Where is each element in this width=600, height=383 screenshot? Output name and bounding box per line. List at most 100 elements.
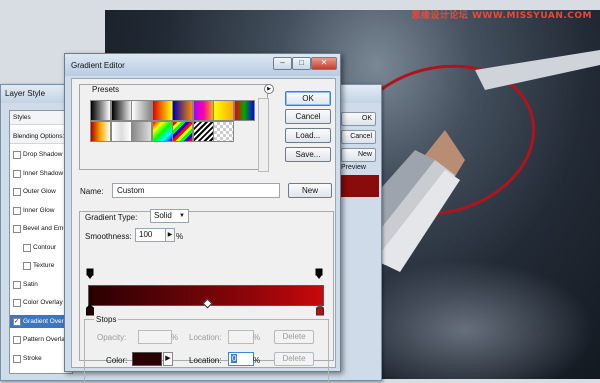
stop-color-swatch[interactable] [132,352,162,366]
opacity-input[interactable] [138,330,172,344]
opacity-stop-right[interactable] [315,268,323,279]
preset-swatch[interactable] [131,121,152,142]
style-item-label: Contour [33,243,57,251]
opacity-delete-button[interactable]: Delete [274,330,314,344]
style-checkbox[interactable] [13,336,21,344]
gradient-type-select[interactable]: Solid ▼ [150,209,189,223]
preset-swatch[interactable] [213,100,234,121]
style-checkbox[interactable] [13,188,21,196]
layer-style-ok-button[interactable]: OK [341,112,376,126]
style-item[interactable]: Contour [10,241,72,254]
preset-swatch[interactable] [172,100,193,121]
style-item[interactable]: Outer Glow [10,185,72,198]
style-checkbox[interactable] [13,169,21,178]
preset-swatch[interactable] [90,100,111,121]
style-item-label: Drop Shadow [23,151,63,158]
gradient-name-input[interactable]: Custom [112,183,280,198]
style-item[interactable]: Styles [10,111,72,125]
opacity-location-input[interactable] [228,330,254,344]
color-location-unit: % [253,356,261,365]
style-item-label: Inner Glow [23,206,55,214]
style-item-label: Stroke [23,354,42,362]
style-checkbox[interactable] [13,206,21,215]
style-item[interactable]: Blending Options: [10,129,72,144]
style-item[interactable]: Drop Shadow [10,148,72,161]
style-item[interactable]: Inner Shadow [10,167,72,180]
style-item[interactable]: Satin [10,278,72,291]
style-item[interactable]: Bevel and Emboss [10,222,72,235]
opacity-location-label: Location: [189,333,222,342]
presets-menu-icon[interactable]: ▶ [264,84,274,94]
presets-label: Presets [90,85,122,94]
color-stop-right[interactable] [316,304,324,316]
style-checkbox[interactable] [13,299,21,307]
presets-panel: Presets ▶ [79,84,274,172]
style-checkbox[interactable]: ✓ [13,317,21,326]
layer-style-title: Layer Style [5,89,46,98]
cancel-button[interactable]: Cancel [285,109,331,124]
preset-swatches [90,100,255,142]
gradient-editor-dialog: Gradient Editor – □ ✕ Presets ▶ OK Cance… [64,53,341,383]
opacity-stop-left[interactable] [86,268,94,279]
preset-swatch[interactable] [172,121,193,142]
maximize-icon[interactable]: □ [292,57,311,70]
style-item[interactable]: Texture [10,259,72,272]
style-item[interactable]: Inner Glow [10,204,72,217]
new-style-button[interactable]: New Style... [341,148,376,162]
preset-swatch[interactable] [213,121,234,142]
ok-button[interactable]: OK [285,91,331,106]
preset-swatch[interactable] [233,100,255,121]
style-checkbox[interactable] [23,262,31,270]
color-location-value: 0 [231,354,238,363]
save-button[interactable]: Save... [285,147,331,162]
style-item-label: Inner Shadow [23,169,64,177]
presets-scrollbar[interactable] [258,98,269,172]
close-icon[interactable]: ✕ [311,57,337,70]
name-label: Name: [80,187,104,196]
opacity-label: Opacity: [97,333,127,342]
smoothness-stepper-icon[interactable]: ▶ [165,228,175,242]
color-stop-left[interactable] [86,304,94,316]
smoothness-unit: % [176,232,184,241]
color-menu-icon[interactable]: ▶ [163,352,173,366]
style-checkbox[interactable] [23,243,31,252]
style-item[interactable]: ✓ Gradient Overlay [10,314,72,328]
stops-label: Stops [94,315,119,324]
style-checkbox[interactable] [13,354,21,363]
style-checkbox[interactable] [13,225,21,233]
style-item-label: Blending Options: [13,132,65,140]
layer-style-cancel-button[interactable]: Cancel [341,130,376,144]
preset-swatch[interactable] [90,121,111,142]
style-item[interactable]: Color Overlay [10,296,72,309]
style-checkbox[interactable] [13,280,21,289]
style-checkbox[interactable] [13,151,21,159]
gradient-editor-body: Presets ▶ OK Cancel Load... Save... Name… [71,78,336,383]
style-item[interactable]: Pattern Overlay [10,333,72,346]
new-button[interactable]: New [288,183,332,198]
chevron-down-icon: ▼ [179,213,185,219]
gradient-type-label: Gradient Type: [83,213,140,222]
style-item-label: Styles [13,114,31,121]
minimize-icon[interactable]: – [273,57,292,70]
preview-label: Preview [341,164,366,171]
preset-swatch[interactable] [192,121,214,142]
preset-swatch[interactable] [151,121,173,142]
gradient-editor-title: Gradient Editor [71,61,125,70]
opacity-location-unit: % [253,333,261,342]
opacity-unit: % [171,333,179,342]
gradient-type-value: Solid [154,211,172,220]
load-button[interactable]: Load... [285,128,331,143]
smoothness-input[interactable]: 100 [135,228,166,242]
color-delete-button[interactable]: Delete [274,352,314,366]
color-location-input[interactable]: 0 [228,352,254,366]
preset-swatch[interactable] [192,100,214,121]
preset-swatch[interactable] [151,100,173,121]
style-preview-swatch [341,175,379,197]
gradient-editor-titlebar[interactable]: Gradient Editor – □ ✕ [65,54,340,76]
style-item[interactable]: Stroke [10,352,72,365]
preset-swatch[interactable] [131,100,152,121]
color-label: Color: [106,356,128,365]
style-item-label: Texture [33,262,55,269]
preset-swatch[interactable] [110,121,132,142]
preset-swatch[interactable] [110,100,132,121]
